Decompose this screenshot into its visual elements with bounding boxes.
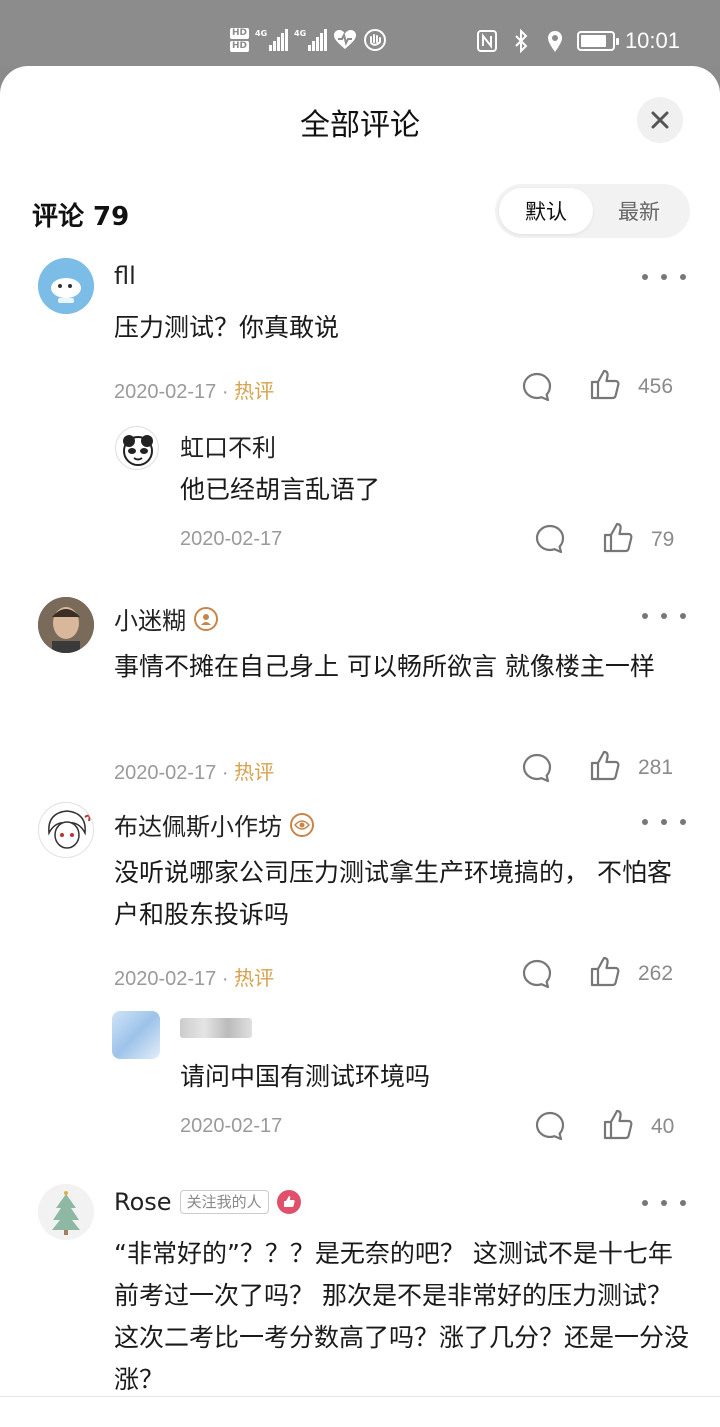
- username-text: 小迷糊: [114, 607, 186, 635]
- thumbs-up-badge-icon: [276, 1190, 301, 1214]
- hot-badge: 热评: [234, 760, 275, 784]
- like-icon[interactable]: [588, 749, 622, 783]
- comment-username[interactable]: 小迷糊: [114, 601, 218, 636]
- meta-separator: ·: [216, 968, 235, 990]
- hd-indicator: HD HD: [230, 28, 250, 52]
- avatar[interactable]: [38, 802, 94, 858]
- bottom-divider: [0, 1396, 720, 1397]
- sort-toggle: 默认 最新: [495, 184, 690, 238]
- signal-icon-1: 4G: [255, 29, 289, 51]
- reply-text: 他已经胡言乱语了: [180, 475, 381, 504]
- reply-username-text: 虹口不利: [180, 434, 276, 462]
- bluetooth-icon: [509, 29, 533, 53]
- reply-date: 2020-02-17: [180, 528, 283, 550]
- meta-separator: ·: [216, 381, 235, 403]
- reply-icon[interactable]: [520, 370, 554, 404]
- reply-username-blurred[interactable]: [180, 1018, 252, 1038]
- comment-username[interactable]: 布达佩斯小作坊: [114, 807, 314, 842]
- like-icon[interactable]: [588, 955, 622, 989]
- reply-icon[interactable]: [533, 1109, 567, 1143]
- comment-text: 压力测试？你真敢说: [114, 313, 340, 342]
- reply-avatar[interactable]: [115, 426, 159, 470]
- more-options-button[interactable]: [642, 267, 686, 287]
- hot-badge: 热评: [234, 379, 275, 403]
- location-icon: [543, 29, 567, 53]
- clock: 10:01: [624, 28, 680, 53]
- like-count: 281: [638, 756, 674, 779]
- like-count: 40: [651, 1115, 675, 1138]
- username-text: 布达佩斯小作坊: [114, 813, 282, 841]
- status-left: HD HD 4G 4G: [230, 22, 387, 58]
- network-type-2: 4G: [294, 29, 307, 38]
- comments-sheet: 全部评论 评论 79 默认 最新 fll 压力测试？你真敢说 2020-02-1…: [0, 66, 720, 1427]
- eye-badge-icon: [290, 812, 314, 837]
- username-text: fll: [114, 262, 136, 290]
- reply-icon[interactable]: [533, 522, 567, 556]
- sheet-title: 全部评论: [300, 108, 420, 143]
- avatar[interactable]: [38, 258, 94, 314]
- reply-avatar-blurred[interactable]: [112, 1011, 160, 1059]
- follower-tag: 关注我的人: [179, 1190, 269, 1214]
- user-level-badge-icon: [194, 606, 218, 631]
- comment-meta: 2020-02-17 · 热评: [114, 962, 274, 991]
- signal-icon-2: 4G: [294, 29, 328, 51]
- battery-level: [580, 35, 607, 47]
- reply-text: 请问中国有测试环境吗: [180, 1062, 431, 1091]
- hand-icon: [363, 28, 387, 52]
- reply-icon[interactable]: [520, 751, 554, 785]
- comment-username[interactable]: fll: [114, 262, 136, 290]
- reply-icon[interactable]: [520, 957, 554, 991]
- more-options-button[interactable]: [642, 812, 686, 832]
- username-text: Rose: [114, 1188, 172, 1216]
- comment-text: “非常好的”？？？是无奈的吧？ 这测试不是十七年前考过一次了吗？ 那次是不是非常…: [114, 1239, 690, 1394]
- close-button[interactable]: [637, 97, 683, 143]
- comment-text: 事情不摊在自己身上 可以畅所欲言 就像楼主一样: [114, 652, 655, 681]
- battery-icon: [576, 31, 619, 51]
- more-options-button[interactable]: [642, 1193, 686, 1213]
- like-icon[interactable]: [588, 368, 622, 402]
- avatar[interactable]: [38, 1184, 94, 1240]
- more-options-button[interactable]: [642, 606, 686, 626]
- comment-count: 评论 79: [32, 202, 130, 232]
- reply-date: 2020-02-17: [180, 1115, 283, 1137]
- meta-separator: ·: [216, 762, 235, 784]
- comment-date: 2020-02-17: [114, 762, 217, 784]
- comment-meta: 2020-02-17 · 热评: [114, 375, 274, 404]
- network-type-1: 4G: [255, 29, 268, 38]
- like-icon[interactable]: [601, 1108, 635, 1142]
- sort-latest-button[interactable]: 最新: [592, 188, 686, 234]
- hd-badge-1: HD: [230, 28, 250, 39]
- comment-text: 没听说哪家公司压力测试拿生产环境搞的， 不怕客户和股东投诉吗: [114, 858, 672, 929]
- comment-date: 2020-02-17: [114, 968, 217, 990]
- like-count: 456: [638, 375, 674, 398]
- avatar[interactable]: [38, 597, 94, 653]
- like-icon[interactable]: [601, 521, 635, 555]
- comment-meta: 2020-02-17 · 热评: [114, 756, 274, 785]
- close-icon: [651, 111, 669, 129]
- like-count: 79: [651, 528, 675, 551]
- status-right: 10:01: [475, 26, 680, 56]
- comment-date: 2020-02-17: [114, 381, 217, 403]
- hot-badge: 热评: [234, 966, 275, 990]
- nfc-icon: [475, 29, 499, 53]
- hd-badge-2: HD: [230, 41, 250, 52]
- status-bar: HD HD 4G 4G 10:01: [0, 0, 720, 66]
- sort-default-button[interactable]: 默认: [499, 188, 593, 234]
- like-count: 262: [638, 962, 674, 985]
- heart-rate-icon: [333, 28, 357, 52]
- reply-username[interactable]: 虹口不利: [180, 428, 276, 463]
- comment-username[interactable]: Rose 关注我的人: [114, 1188, 301, 1216]
